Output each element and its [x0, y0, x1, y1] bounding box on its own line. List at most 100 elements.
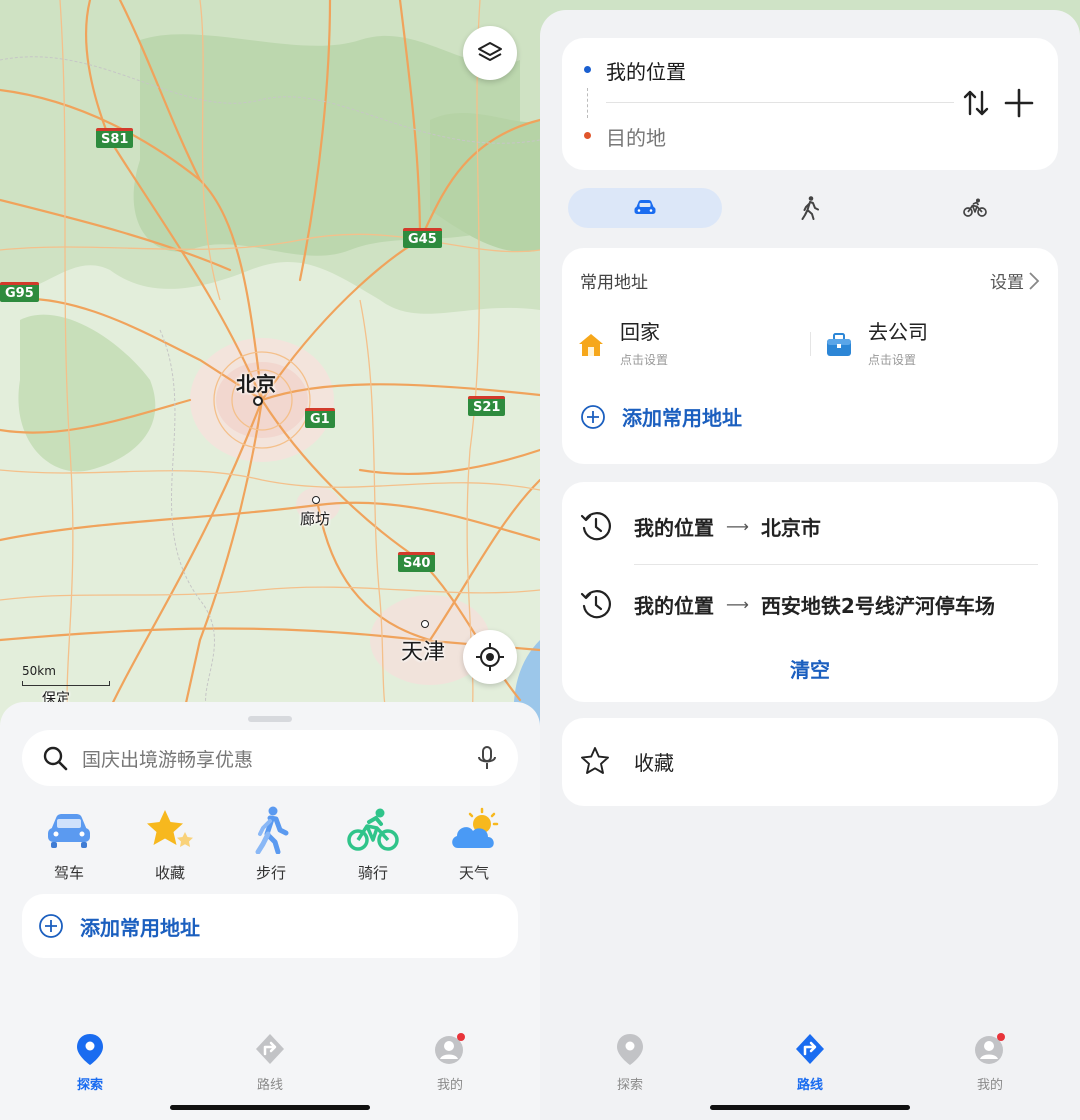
- tab-route[interactable]: 路线: [230, 1032, 310, 1093]
- work-address-button[interactable]: 去公司 点击设置: [826, 316, 928, 368]
- highway-shield-s21: S21: [468, 396, 506, 416]
- tab-explore[interactable]: 探索: [50, 1032, 130, 1093]
- home-address-hint: 点击设置: [620, 353, 669, 367]
- home-icon: [579, 334, 603, 356]
- map-layers-button[interactable]: [463, 26, 517, 80]
- route-connector: [587, 88, 588, 118]
- add-common-address-button[interactable]: 添加常用地址: [22, 894, 518, 958]
- mode-walk[interactable]: [733, 188, 887, 228]
- plus-icon[interactable]: [1004, 88, 1034, 118]
- origin-field[interactable]: 我的位置: [606, 56, 686, 85]
- tab-label: 探索: [616, 1078, 643, 1093]
- tab-label: 路线: [796, 1078, 823, 1093]
- home-address-name: 回家: [620, 320, 660, 344]
- highway-shield-g45: G45: [403, 228, 442, 248]
- add-common-address-label: 添加常用地址: [622, 406, 742, 430]
- tab-label: 我的: [436, 1078, 463, 1093]
- tab-label: 路线: [256, 1078, 283, 1093]
- places-divider: [810, 332, 811, 356]
- map-view[interactable]: S81 G45 G95 S21 G1 S40 北京 廊坊 天津 保定 50km: [0, 0, 540, 730]
- quick-action-weather[interactable]: 天气: [424, 806, 524, 883]
- home-address-button[interactable]: 回家 点击设置: [578, 316, 668, 368]
- quick-action-label: 骑行: [357, 864, 388, 882]
- common-addresses-settings-link[interactable]: 设置: [990, 268, 1040, 293]
- quick-action-drive[interactable]: 驾车: [19, 806, 119, 883]
- clear-history-button[interactable]: 清空: [562, 654, 1058, 683]
- home-indicator[interactable]: [710, 1105, 910, 1110]
- quick-action-favorites[interactable]: 收藏: [120, 806, 220, 883]
- route-input-card: 我的位置 目的地: [562, 38, 1058, 170]
- profile-icon: [435, 1033, 465, 1064]
- mode-bike[interactable]: [898, 188, 1052, 228]
- add-circle-icon: [581, 404, 605, 429]
- tab-route[interactable]: 路线: [770, 1032, 850, 1093]
- common-addresses-card: 常用地址 设置 回家 点击设置 去公司 点击设置 添加常用地址: [562, 248, 1058, 464]
- history-item[interactable]: 我的位置 ⟶ 北京市: [580, 510, 821, 542]
- favorites-card[interactable]: 收藏: [562, 718, 1058, 806]
- bottom-tab-bar: 探索 路线 我的: [0, 1020, 540, 1120]
- layers-icon: [478, 42, 502, 61]
- star-icon: [147, 810, 193, 847]
- search-placeholder[interactable]: 国庆出境游畅享优惠: [82, 745, 476, 772]
- origin-dot: [584, 66, 591, 73]
- briefcase-icon: [827, 333, 851, 356]
- car-icon: [48, 814, 90, 848]
- work-address-name: 去公司: [868, 320, 928, 344]
- microphone-icon[interactable]: [476, 745, 498, 771]
- travel-mode-selector: [562, 188, 1058, 228]
- history-arrow-icon: ⟶: [726, 516, 749, 536]
- quick-action-label: 收藏: [154, 864, 185, 882]
- tab-explore[interactable]: 探索: [590, 1032, 670, 1093]
- sheet-drag-handle[interactable]: [248, 716, 292, 722]
- route-icon: [256, 1034, 284, 1064]
- tab-label: 探索: [76, 1078, 103, 1093]
- quick-action-bike[interactable]: 骑行: [323, 806, 423, 883]
- tab-profile[interactable]: 我的: [950, 1032, 1030, 1093]
- city-marker-langfang[interactable]: [312, 496, 320, 504]
- highway-shield-g1: G1: [305, 408, 335, 428]
- mode-drive[interactable]: [568, 188, 722, 228]
- favorites-label: 收藏: [634, 750, 674, 775]
- route-icon: [796, 1034, 824, 1064]
- route-sheet: 我的位置 目的地 常用地址 设置 回家 点击设置 去公司 点击设置 添加常用地址…: [540, 10, 1080, 1120]
- history-clock-icon: [580, 512, 611, 541]
- swap-icon[interactable]: [962, 88, 990, 118]
- add-common-address-label: 添加常用地址: [80, 915, 200, 940]
- city-marker-beijing[interactable]: [253, 396, 263, 406]
- city-marker-tianjin[interactable]: [421, 620, 429, 628]
- bike-icon: [963, 198, 987, 217]
- route-divider: [606, 102, 954, 103]
- common-addresses-title: 常用地址: [580, 273, 648, 293]
- home-indicator[interactable]: [170, 1105, 370, 1110]
- star-outline-icon: [581, 747, 609, 774]
- profile-icon: [975, 1033, 1005, 1064]
- work-address-hint: 点击设置: [868, 353, 917, 367]
- map-scale-bar: [22, 681, 110, 686]
- tab-profile[interactable]: 我的: [410, 1032, 490, 1093]
- weather-icon: [452, 807, 499, 848]
- quick-action-label: 天气: [458, 864, 489, 882]
- search-bar[interactable]: 国庆出境游畅享优惠: [22, 730, 518, 786]
- highway-shield-s81: S81: [96, 128, 134, 148]
- walk-icon: [255, 806, 289, 854]
- quick-action-label: 驾车: [53, 864, 84, 882]
- location-pin-icon: [77, 1034, 103, 1065]
- settings-label: 设置: [990, 273, 1024, 293]
- city-label-tianjin[interactable]: 天津: [401, 634, 445, 666]
- history-clock-icon: [580, 590, 611, 619]
- destination-field[interactable]: 目的地: [606, 122, 666, 151]
- add-circle-icon: [39, 914, 63, 938]
- locate-me-button[interactable]: [463, 630, 517, 684]
- route-history-card: 我的位置 ⟶ 北京市 我的位置 ⟶ 西安地铁2号线浐河停车场 清空: [562, 482, 1058, 702]
- history-destination: 北京市: [760, 515, 821, 540]
- quick-action-walk[interactable]: 步行: [221, 806, 321, 883]
- car-icon: [634, 200, 656, 214]
- history-destination: 西安地铁2号线浐河停车场: [760, 593, 995, 618]
- city-label-beijing[interactable]: 北京: [236, 368, 276, 397]
- history-item[interactable]: 我的位置 ⟶ 西安地铁2号线浐河停车场: [580, 588, 995, 620]
- history-origin: 我的位置: [634, 515, 714, 540]
- add-common-address-button[interactable]: 添加常用地址: [580, 402, 742, 431]
- location-pin-icon: [617, 1034, 643, 1065]
- bike-icon: [347, 808, 399, 851]
- city-label-langfang[interactable]: 廊坊: [300, 508, 330, 529]
